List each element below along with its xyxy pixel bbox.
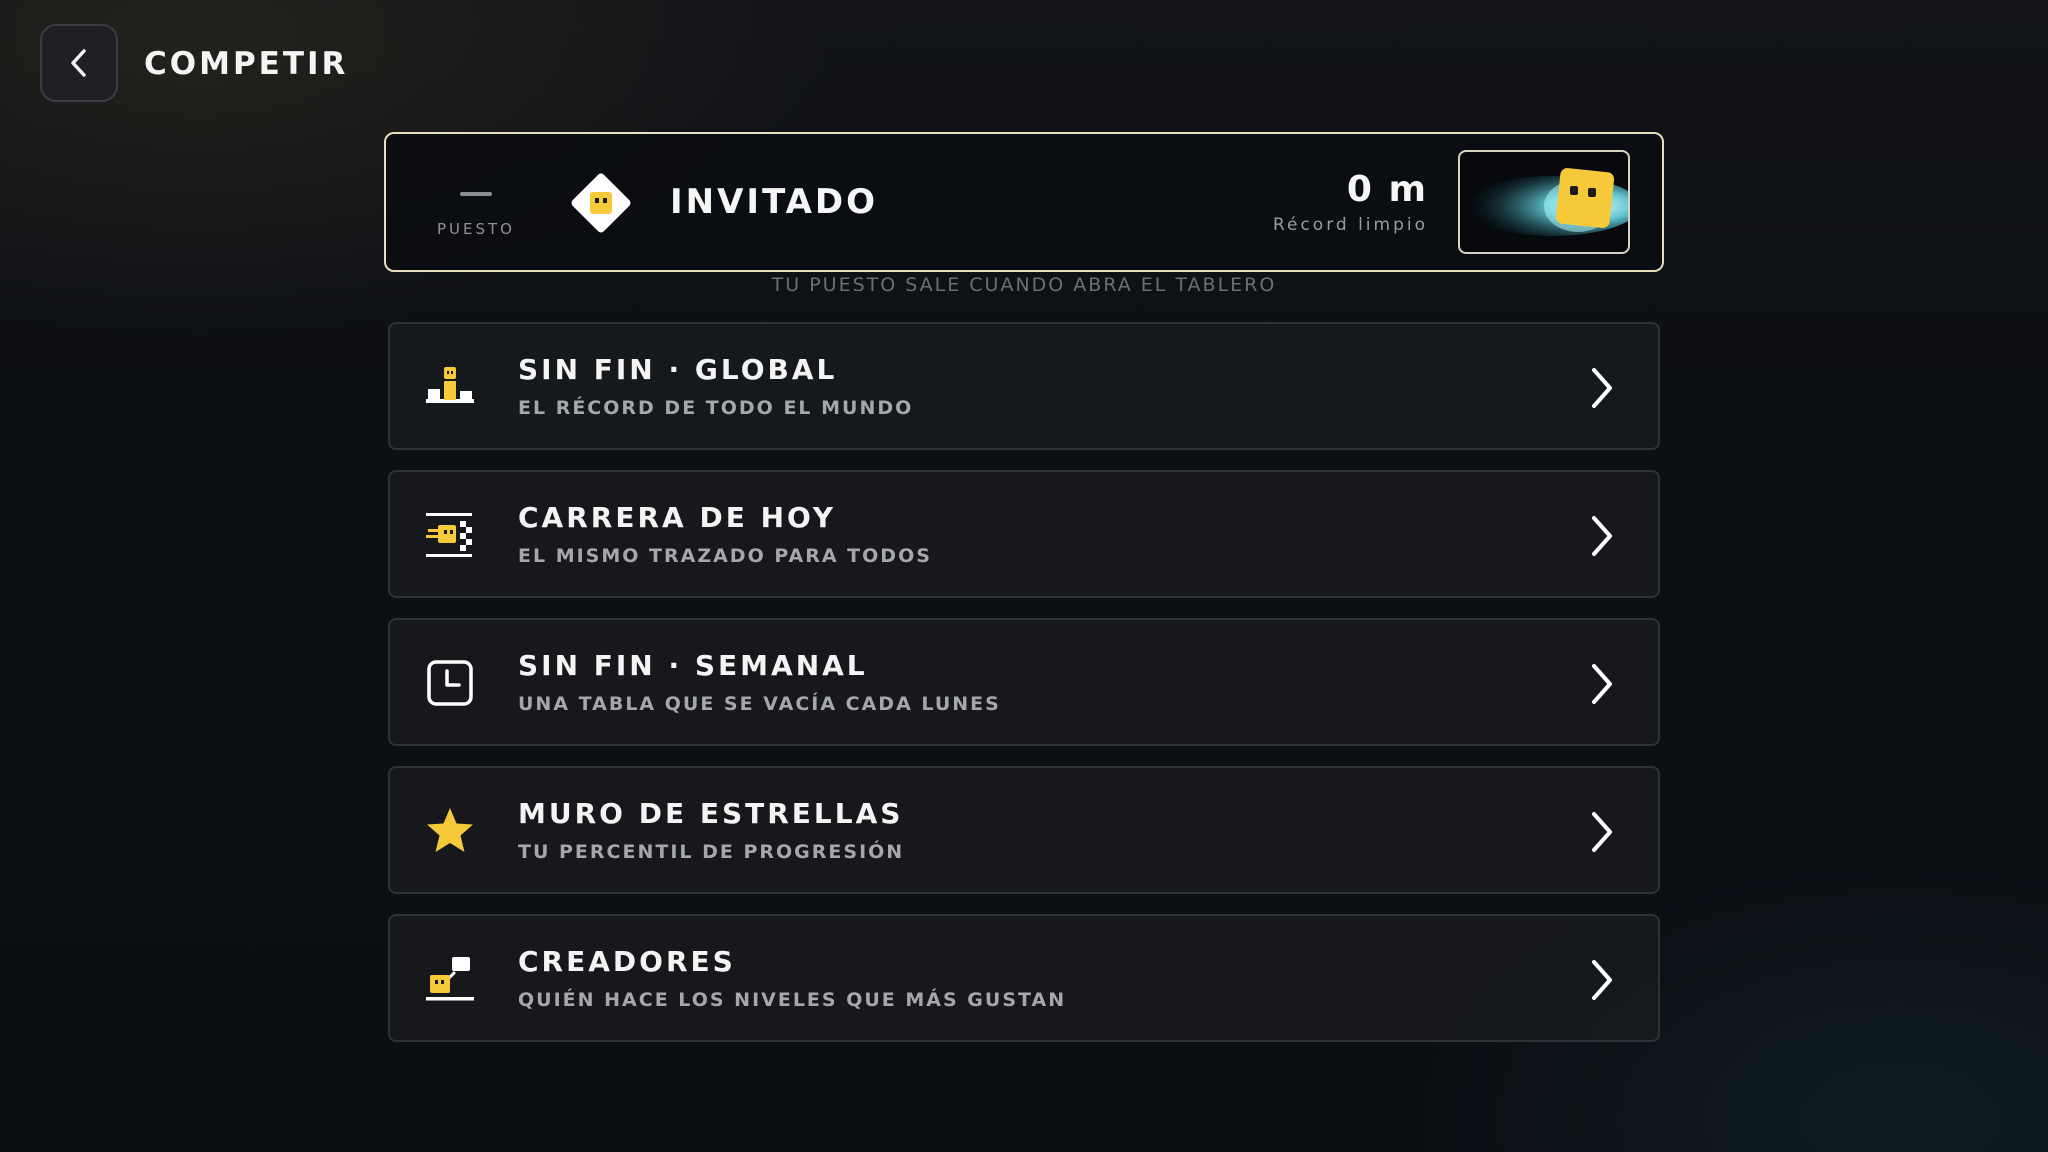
character-preview-button[interactable]: [1458, 150, 1630, 254]
mode-title: SIN FIN · GLOBAL: [518, 353, 838, 386]
record-value: 0 m: [1346, 169, 1428, 210]
chevron-right-icon: [1592, 960, 1612, 1000]
record-label: Récord limpio: [1272, 215, 1428, 235]
mode-row-creators[interactable]: CREADORES QUIÉN HACE LOS NIVELES QUE MÁS…: [388, 914, 1660, 1042]
mode-subtitle: QUIÉN HACE LOS NIVELES QUE MÁS GUSTAN: [518, 989, 1067, 1011]
creator-icon: [426, 957, 474, 1001]
rank-hint-text: TU PUESTO SALE CUANDO ABRA EL TABLERO: [771, 274, 1277, 296]
mode-row-weekly-endless[interactable]: SIN FIN · SEMANAL UNA TABLA QUE SE VACÍA…: [388, 618, 1660, 746]
chevron-left-icon: [71, 49, 86, 77]
mode-title: CARRERA DE HOY: [518, 501, 837, 534]
back-button[interactable]: [40, 24, 118, 102]
mode-title: CREADORES: [518, 945, 736, 978]
star-icon: [427, 808, 473, 852]
rank-value: [460, 192, 492, 196]
mode-title: MURO DE ESTRELLAS: [518, 797, 904, 830]
competition-mode-list: SIN FIN · GLOBAL EL RÉCORD DE TODO EL MU…: [388, 322, 1660, 1062]
mode-subtitle: EL RÉCORD DE TODO EL MUNDO: [518, 397, 914, 419]
mode-title: SIN FIN · SEMANAL: [518, 649, 868, 682]
mode-subtitle: EL MISMO TRAZADO PARA TODOS: [518, 545, 932, 567]
mode-subtitle: TU PERCENTIL DE PROGRESIÓN: [518, 841, 905, 863]
page-title: COMPETIR: [144, 46, 349, 82]
player-avatar-icon: [571, 173, 631, 233]
chevron-right-icon: [1592, 812, 1612, 852]
clock-icon: [427, 660, 473, 706]
race-finish-icon: [426, 513, 472, 557]
chevron-right-icon: [1592, 368, 1612, 408]
glowing-cube-character-icon: [1464, 168, 1628, 236]
mode-row-global-endless[interactable]: SIN FIN · GLOBAL EL RÉCORD DE TODO EL MU…: [388, 322, 1660, 450]
mode-subtitle: UNA TABLA QUE SE VACÍA CADA LUNES: [518, 693, 1001, 715]
player-name: INVITADO: [670, 182, 879, 222]
mode-row-daily-race[interactable]: CARRERA DE HOY EL MISMO TRAZADO PARA TOD…: [388, 470, 1660, 598]
rank-label: PUESTO: [437, 220, 515, 238]
chevron-right-icon: [1592, 664, 1612, 704]
mode-row-star-wall[interactable]: MURO DE ESTRELLAS TU PERCENTIL DE PROGRE…: [388, 766, 1660, 894]
podium-icon: [426, 367, 474, 403]
chevron-right-icon: [1592, 516, 1612, 556]
